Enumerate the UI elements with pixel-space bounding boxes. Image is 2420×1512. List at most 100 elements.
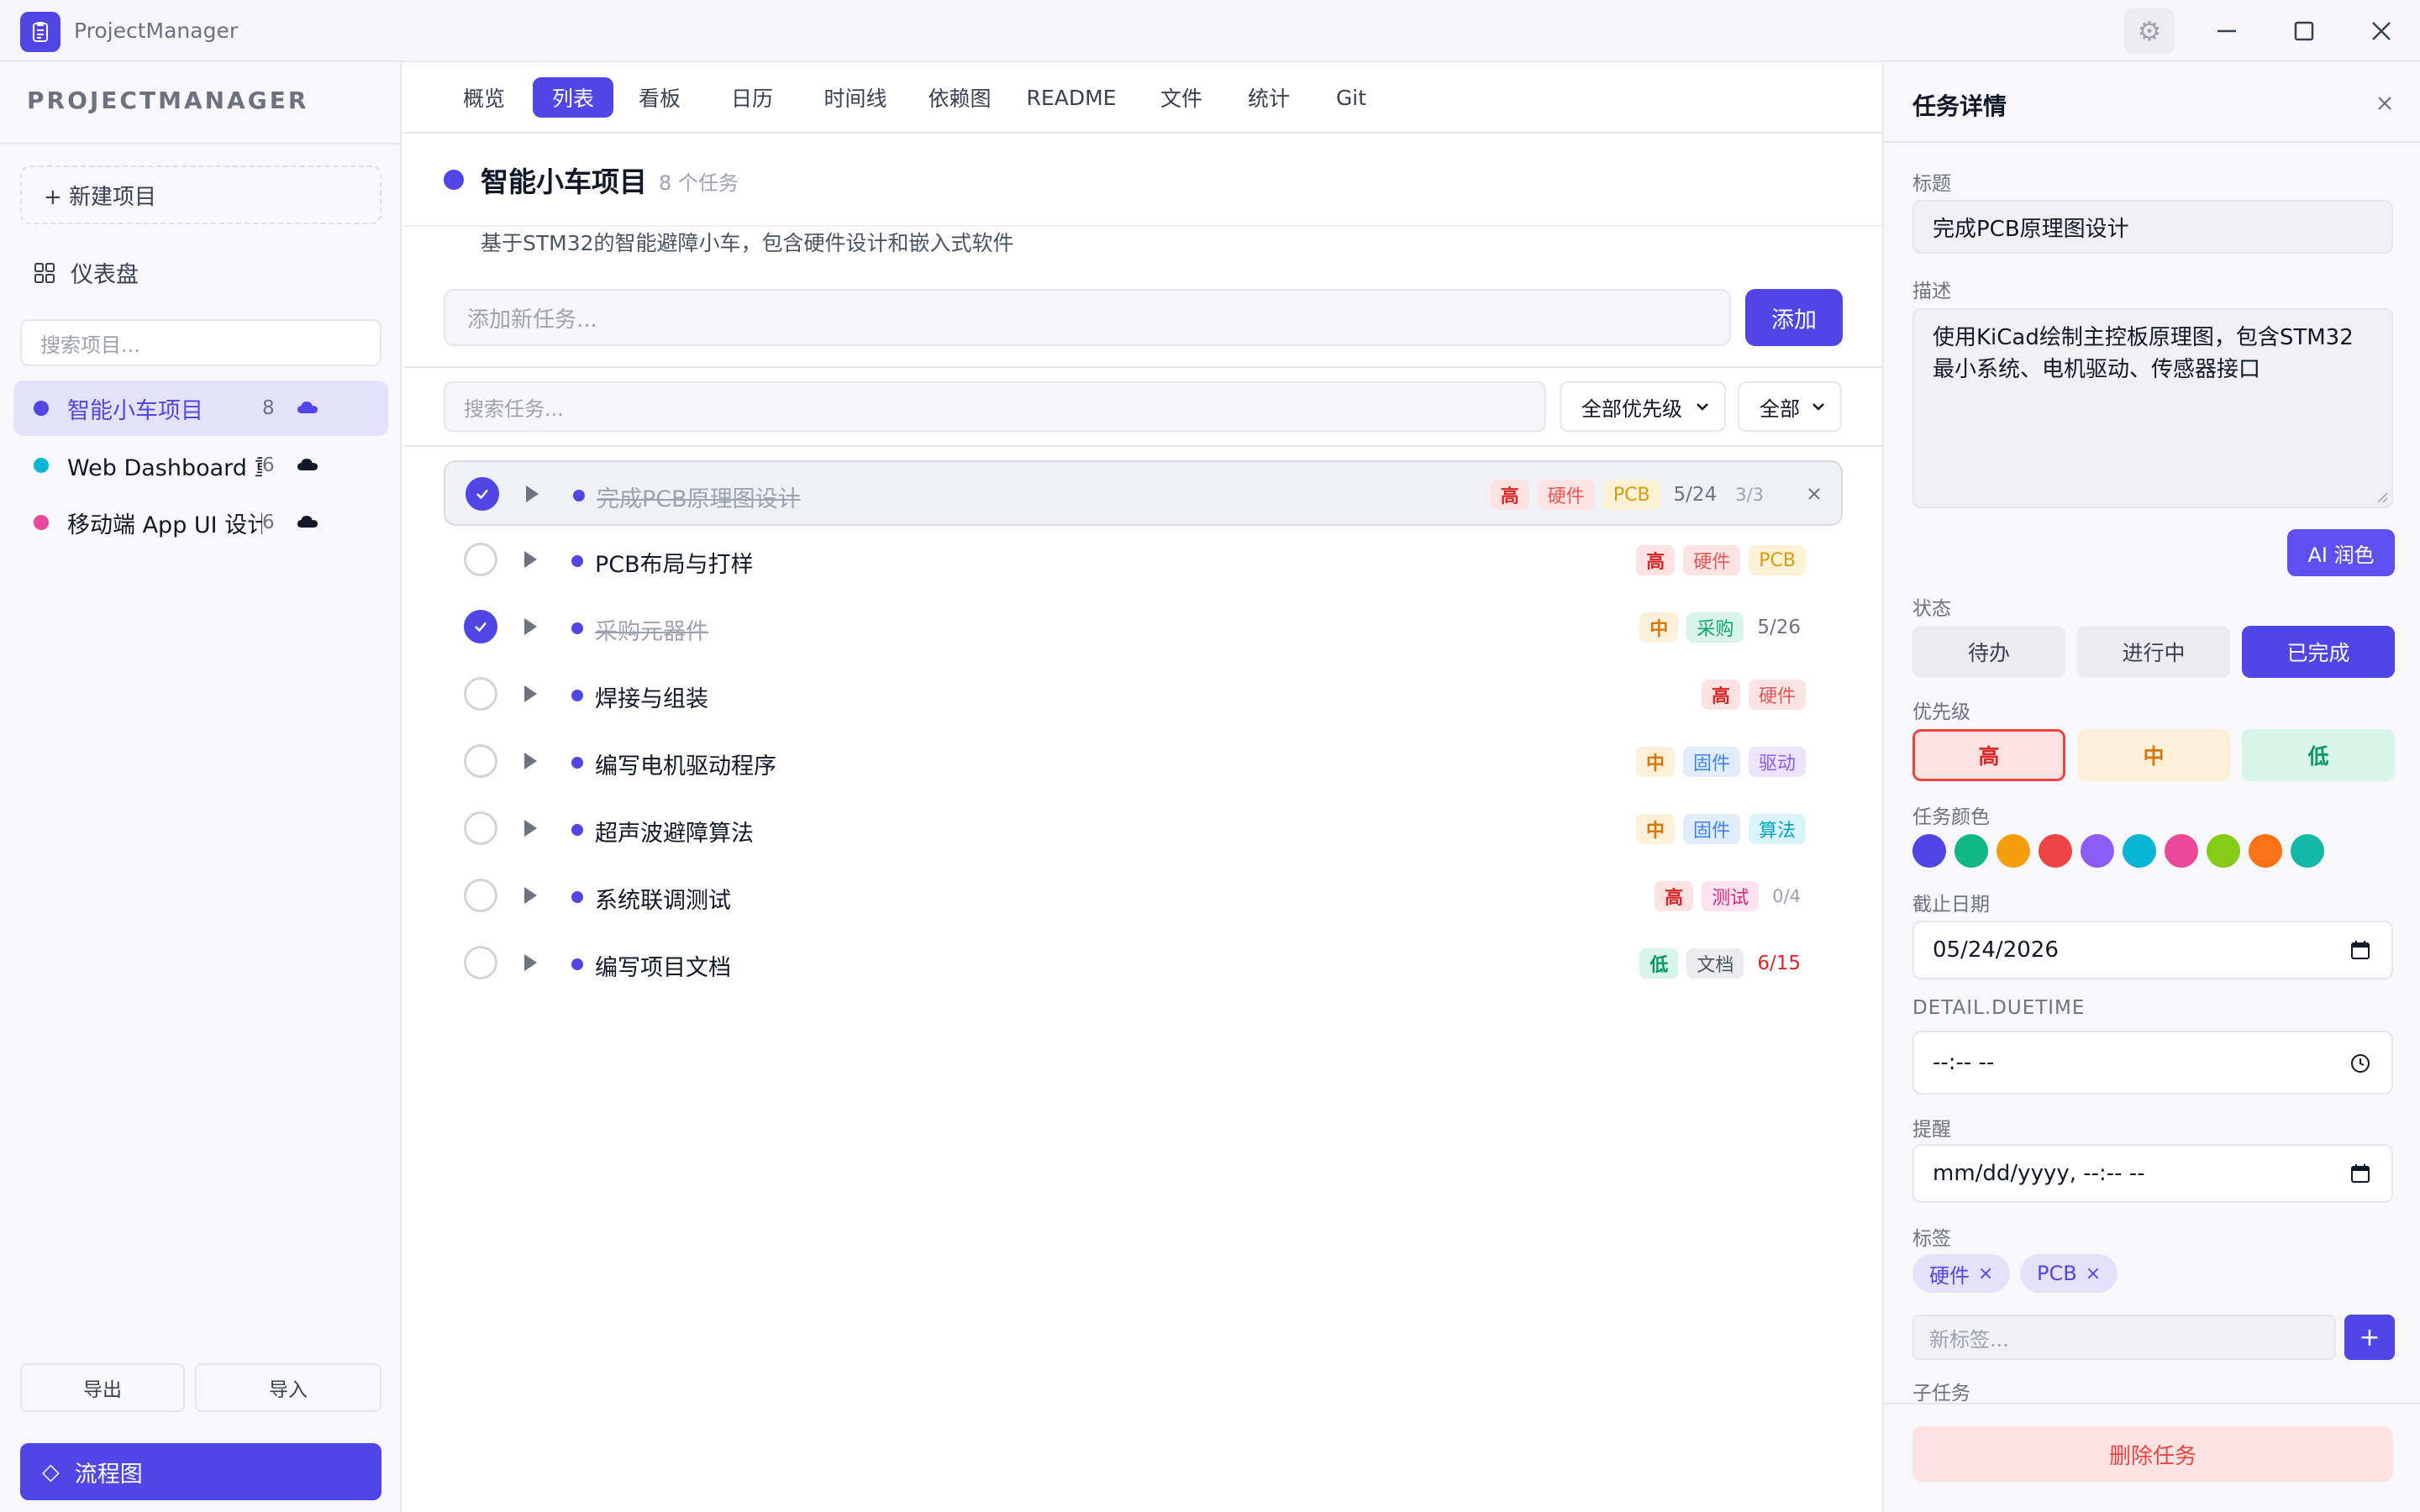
color-swatch[interactable] bbox=[2081, 834, 2114, 868]
ai-polish-button[interactable]: AI 润色 bbox=[2287, 529, 2395, 576]
expand-arrow-icon[interactable] bbox=[526, 486, 539, 502]
project-color-dot bbox=[444, 170, 464, 190]
due-date-input[interactable]: 05/24/2026 bbox=[1912, 921, 2393, 979]
expand-arrow-icon[interactable] bbox=[524, 820, 537, 837]
status-filter-select[interactable]: 全部 bbox=[1738, 381, 1842, 432]
description-label: 描述 bbox=[1912, 281, 1951, 302]
tab-item[interactable]: 列表 bbox=[533, 77, 613, 118]
calendar-icon[interactable] bbox=[2349, 939, 2371, 961]
brand-title: PROJECTMANAGER bbox=[27, 87, 309, 114]
color-swatch[interactable] bbox=[2207, 834, 2240, 868]
tab-item[interactable]: 统计 bbox=[1234, 77, 1304, 118]
color-swatch[interactable] bbox=[2291, 834, 2324, 868]
priority-option[interactable]: 低 bbox=[2242, 729, 2395, 781]
tag-badge: 测试 bbox=[1702, 881, 1760, 911]
resize-handle-icon[interactable] bbox=[2375, 490, 2388, 503]
priority-badge: 低 bbox=[1639, 948, 1679, 979]
tab-item[interactable]: 看板 bbox=[627, 77, 692, 118]
task-color-dot bbox=[571, 891, 583, 903]
reminder-input[interactable]: mm/dd/yyyy, --:-- -- bbox=[1912, 1144, 2393, 1203]
task-row[interactable]: 系统联调测试 高测试 0/4 bbox=[444, 864, 1843, 929]
task-checkbox[interactable] bbox=[464, 946, 497, 979]
task-row[interactable]: 焊接与组装 高硬件 bbox=[444, 662, 1843, 727]
status-option[interactable]: 已完成 bbox=[2242, 626, 2395, 678]
task-row[interactable]: 编写电机驱动程序 中固件 驱动 bbox=[444, 729, 1843, 795]
app-logo-icon bbox=[20, 12, 60, 52]
priority-filter-select[interactable]: 全部优先级 bbox=[1560, 381, 1726, 432]
expand-arrow-icon[interactable] bbox=[524, 753, 537, 769]
sidebar-item-dashboard[interactable]: 仪表盘 bbox=[34, 256, 139, 289]
task-row[interactable]: 超声波避障算法 中固件 算法 bbox=[444, 796, 1843, 862]
task-checkbox[interactable] bbox=[464, 543, 497, 576]
close-icon[interactable] bbox=[2375, 93, 2395, 113]
project-search-input[interactable]: 搜索项目... bbox=[20, 319, 381, 366]
color-swatch[interactable] bbox=[1912, 834, 1946, 868]
priority-badge: 中 bbox=[1635, 814, 1675, 844]
remove-tag-icon[interactable]: × bbox=[2086, 1263, 2101, 1284]
new-project-button[interactable]: + 新建项目 bbox=[20, 165, 381, 224]
title-input[interactable]: 完成PCB原理图设计 bbox=[1912, 200, 2393, 254]
color-swatch[interactable] bbox=[2123, 834, 2156, 868]
tab-item[interactable]: 依赖图 bbox=[919, 77, 1000, 118]
new-tag-input[interactable]: 新标签... bbox=[1912, 1315, 2336, 1360]
tab-item[interactable]: README bbox=[1020, 77, 1123, 118]
description-textarea[interactable]: 使用KiCad绘制主控板原理图，包含STM32最小系统、电机驱动、传感器接口 bbox=[1912, 308, 2393, 508]
import-button[interactable]: 导入 bbox=[195, 1363, 381, 1412]
due-date-value: 05/24/2026 bbox=[1933, 937, 2059, 963]
settings-icon[interactable]: ⚙ bbox=[2124, 8, 2175, 54]
export-button[interactable]: 导出 bbox=[20, 1363, 185, 1412]
maximize-icon[interactable] bbox=[2265, 0, 2343, 62]
task-row[interactable]: PCB布局与打样 高硬件 PCB bbox=[444, 528, 1843, 593]
tag-badge: 文档 bbox=[1686, 948, 1744, 979]
task-checkbox[interactable] bbox=[464, 610, 497, 643]
status-option[interactable]: 进行中 bbox=[2077, 626, 2230, 678]
color-swatch[interactable] bbox=[1954, 834, 1988, 868]
description-text: 使用KiCad绘制主控板原理图，包含STM32最小系统、电机驱动、传感器接口 bbox=[1933, 325, 2354, 382]
sidebar-project-item[interactable]: 移动端 App UI 设计 6 bbox=[13, 495, 388, 550]
tab-item[interactable]: Git bbox=[1319, 77, 1383, 118]
subtask-count: 3/3 bbox=[1735, 485, 1764, 505]
delete-task-button[interactable]: 删除任务 bbox=[1912, 1426, 2393, 1482]
tab-item[interactable]: 文件 bbox=[1146, 77, 1217, 118]
add-tag-button[interactable]: + bbox=[2344, 1315, 2395, 1360]
remove-tag-icon[interactable]: × bbox=[1978, 1263, 1993, 1284]
color-swatch[interactable] bbox=[1996, 834, 2030, 868]
minimize-icon[interactable] bbox=[2188, 0, 2265, 62]
expand-arrow-icon[interactable] bbox=[524, 551, 537, 568]
sidebar-project-item[interactable]: Web Dashboard 重构6 bbox=[13, 438, 388, 493]
task-checkbox[interactable] bbox=[464, 744, 497, 778]
task-search-input[interactable]: 搜索任务... bbox=[444, 381, 1546, 432]
calendar-icon[interactable] bbox=[2349, 1163, 2371, 1184]
due-time-input[interactable]: --:-- -- bbox=[1912, 1031, 2393, 1095]
expand-arrow-icon[interactable] bbox=[524, 954, 537, 971]
task-title: 采购元器件 bbox=[595, 619, 708, 645]
tab-item[interactable]: 时间线 bbox=[813, 77, 897, 118]
priority-option[interactable]: 中 bbox=[2077, 729, 2230, 781]
sidebar-project-item[interactable]: 智能小车项目 8 bbox=[13, 381, 388, 436]
close-icon[interactable] bbox=[1804, 484, 1824, 504]
priority-option[interactable]: 高 bbox=[1912, 729, 2065, 781]
tab-item[interactable]: 概览 bbox=[454, 77, 514, 118]
priority-badge: 高 bbox=[1701, 680, 1740, 710]
status-option[interactable]: 待办 bbox=[1912, 626, 2065, 678]
task-row[interactable]: 编写项目文档 低文档 6/15 bbox=[444, 931, 1843, 996]
priority-filter-value: 全部优先级 bbox=[1581, 396, 1682, 421]
expand-arrow-icon[interactable] bbox=[524, 887, 537, 904]
task-row[interactable]: 采购元器件 中采购 5/26 bbox=[444, 595, 1843, 660]
expand-arrow-icon[interactable] bbox=[524, 618, 537, 635]
expand-arrow-icon[interactable] bbox=[524, 685, 537, 702]
task-checkbox[interactable] bbox=[464, 879, 497, 912]
new-task-input[interactable]: 添加新任务... bbox=[444, 289, 1731, 346]
task-checkbox[interactable] bbox=[466, 477, 499, 511]
color-swatch[interactable] bbox=[2249, 834, 2282, 868]
tab-item[interactable]: 日历 bbox=[719, 77, 785, 118]
color-swatch[interactable] bbox=[2039, 834, 2072, 868]
close-icon[interactable] bbox=[2343, 0, 2420, 62]
clock-icon[interactable] bbox=[2349, 1053, 2371, 1074]
flowchart-button[interactable]: ◇ 流程图 bbox=[20, 1443, 381, 1500]
task-row[interactable]: 完成PCB原理图设计 高硬件 PCB 5/24 3/3 bbox=[444, 460, 1843, 526]
task-checkbox[interactable] bbox=[464, 677, 497, 711]
add-task-button[interactable]: 添加 bbox=[1745, 289, 1843, 346]
task-checkbox[interactable] bbox=[464, 811, 497, 845]
color-swatch[interactable] bbox=[2165, 834, 2198, 868]
